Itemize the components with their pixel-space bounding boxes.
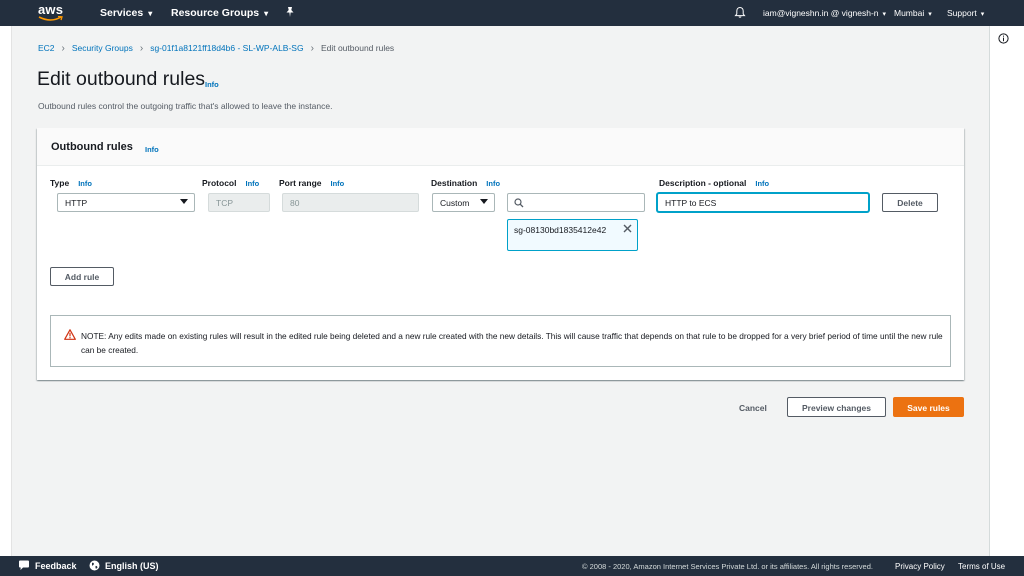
- add-rule-button[interactable]: Add rule: [50, 267, 114, 286]
- terms-of-use-link[interactable]: Terms of Use: [958, 562, 1005, 571]
- support-label: Support: [947, 8, 977, 18]
- port-range-info-link[interactable]: Info: [331, 179, 345, 188]
- description-info-link[interactable]: Info: [755, 179, 769, 188]
- feedback-button[interactable]: Feedback: [35, 561, 77, 571]
- chevron-right-icon: ›: [139, 43, 144, 54]
- panel-info-link[interactable]: Info: [145, 145, 159, 154]
- account-label: iam@vigneshn.in @ vignesh-n: [763, 8, 879, 18]
- type-column-label: Type Info: [50, 178, 92, 188]
- destination-token: sg-08130bd1835412e42: [507, 219, 638, 251]
- panel-header: Outbound rules Info: [37, 128, 964, 166]
- port-range-column-label: Port range Info: [279, 178, 344, 188]
- globe-icon: [89, 560, 100, 571]
- outbound-rules-panel: Outbound rules Info Type Info Protocol Inf…: [37, 128, 964, 380]
- chevron-down-icon: ▾: [980, 11, 985, 18]
- delete-rule-button[interactable]: Delete: [882, 193, 938, 212]
- aws-logo[interactable]: aws: [38, 2, 66, 24]
- port-range-field: 80: [282, 193, 419, 212]
- chat-bubble-icon: [19, 560, 29, 570]
- page-description: Outbound rules control the outgoing traf…: [38, 101, 333, 111]
- language-selector[interactable]: English (US): [105, 561, 159, 571]
- protocol-field: TCP: [208, 193, 270, 212]
- close-icon[interactable]: [623, 224, 632, 233]
- left-nav-collapsed[interactable]: [0, 26, 12, 556]
- chevron-right-icon: ›: [310, 43, 314, 54]
- destination-type-value: Custom: [440, 198, 470, 208]
- breadcrumb-current: Edit outbound rules: [320, 43, 395, 53]
- search-icon: [514, 198, 524, 208]
- warning-alert: NOTE: Any edits made on existing rules w…: [50, 315, 951, 367]
- aws-logo-text: aws: [38, 2, 64, 17]
- type-select-value: HTTP: [65, 198, 88, 208]
- support-menu[interactable]: Support ▾: [947, 8, 984, 18]
- dropdown-arrow-icon: [180, 199, 188, 204]
- protocol-column-label: Protocol Info: [202, 178, 259, 188]
- type-label: Type: [50, 178, 70, 188]
- chevron-down-icon: ▾: [928, 11, 932, 18]
- protocol-info-link[interactable]: Info: [245, 179, 259, 188]
- type-select[interactable]: HTTP: [57, 193, 195, 212]
- chevron-down-icon: ▾: [882, 11, 887, 18]
- warning-icon: [64, 329, 76, 340]
- breadcrumb-security-group[interactable]: sg-01f1a8121ff18d4b6 - SL-WP-ALB-SG: [150, 43, 303, 53]
- resource-groups-menu[interactable]: Resource Groups ▾: [171, 7, 268, 19]
- rule-description-input[interactable]: HTTP to ECS: [657, 193, 869, 212]
- account-menu[interactable]: iam@vigneshn.in @ vignesh-n ▾: [763, 8, 886, 18]
- warning-message: NOTE: Any edits made on existing rules w…: [81, 331, 943, 355]
- privacy-policy-link[interactable]: Privacy Policy: [895, 562, 945, 571]
- cancel-button[interactable]: Cancel: [739, 403, 767, 413]
- services-label: Services: [100, 7, 144, 19]
- breadcrumb-security-groups[interactable]: Security Groups: [72, 43, 133, 53]
- region-label: Mumbai: [894, 8, 925, 18]
- port-range-label: Port range: [279, 178, 322, 188]
- destination-info-link[interactable]: Info: [486, 179, 500, 188]
- page-title: Edit outbound rules: [37, 68, 206, 90]
- pin-icon[interactable]: [284, 6, 296, 18]
- breadcrumb-ec2[interactable]: EC2: [38, 43, 55, 53]
- resource-groups-label: Resource Groups: [171, 7, 260, 19]
- preview-changes-button[interactable]: Preview changes: [787, 397, 886, 417]
- copyright-text: © 2008 - 2020, Amazon Internet Services …: [582, 562, 873, 571]
- save-rules-button[interactable]: Save rules: [893, 397, 964, 417]
- top-navigation-bar: aws Services ▾ Resource Groups ▾ iam@vigne…: [0, 0, 1024, 26]
- protocol-label: Protocol: [202, 178, 237, 188]
- chevron-down-icon: ▾: [264, 9, 269, 18]
- bell-icon[interactable]: [734, 6, 746, 19]
- panel-title: Outbound rules: [51, 141, 133, 153]
- footer: Feedback English (US) © 2008 - 2020, Ama…: [0, 556, 1024, 576]
- chevron-right-icon: ›: [61, 43, 65, 54]
- destination-type-select[interactable]: Custom: [432, 193, 495, 212]
- services-menu[interactable]: Services ▾: [100, 7, 152, 19]
- region-menu[interactable]: Mumbai ▾: [894, 8, 932, 18]
- type-info-link[interactable]: Info: [78, 179, 92, 188]
- aws-smile-icon: [38, 16, 63, 21]
- description-column-label: Description - optional Info: [659, 178, 769, 188]
- dropdown-arrow-icon: [480, 199, 488, 204]
- description-label: Description - optional: [659, 178, 747, 188]
- destination-token-label: sg-08130bd1835412e42: [514, 225, 607, 235]
- chevron-down-icon: ▾: [148, 9, 153, 18]
- page-info-link[interactable]: Info: [205, 80, 219, 89]
- destination-label: Destination: [431, 178, 478, 188]
- breadcrumb: EC2 › Security Groups › sg-01f1a8121ff18d4b6…: [38, 43, 394, 54]
- help-panel-rail: [989, 26, 1024, 556]
- destination-column-label: Destination Info: [431, 178, 500, 188]
- destination-search-input[interactable]: [507, 193, 645, 212]
- info-circle-icon[interactable]: [998, 33, 1009, 44]
